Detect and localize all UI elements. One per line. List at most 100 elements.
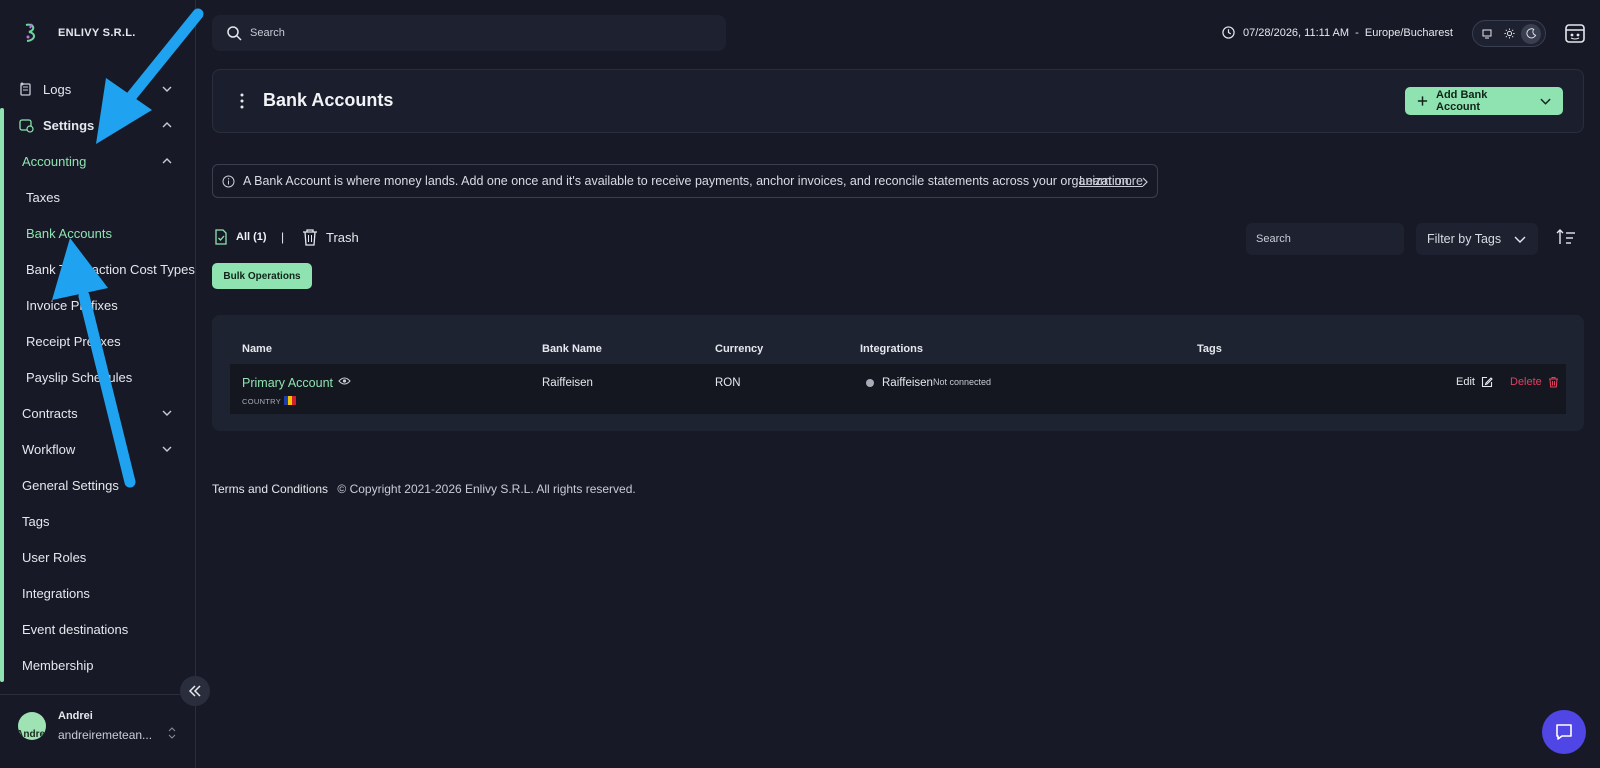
sidebar-item-label: Logs [43,81,72,97]
tab-trash[interactable]: Trash [302,228,359,246]
table-search-input[interactable]: Search [1246,223,1404,255]
edit-icon [1481,376,1493,388]
collapse-sidebar-button[interactable] [180,676,210,706]
column-header-name[interactable]: Name [242,343,272,355]
chevron-down-icon [1514,236,1526,243]
sidebar-item-membership[interactable]: Membership [0,650,195,680]
delete-button[interactable]: Delete [1510,376,1559,388]
sidebar-item-user-roles[interactable]: User Roles [0,542,195,572]
column-header-currency[interactable]: Currency [715,343,763,355]
sidebar-item-contracts[interactable]: Contracts [0,398,195,428]
sidebar-item-label: Membership [22,657,94,673]
filter-by-tags-label: Filter by Tags [1427,232,1502,246]
delete-icon [1548,376,1558,388]
sidebar-item-label: Bank Accounts [26,225,112,241]
sidebar-item-label: Invoice Prefixes [26,297,118,313]
trash-icon [303,229,317,246]
sidebar-item-accounting[interactable]: Accounting [0,146,195,176]
logs-icon [20,82,31,96]
sidebar-item-label: Tags [22,513,50,529]
sidebar-item-label: Contracts [22,405,78,421]
sidebar-item-payslip-schedules[interactable]: Payslip Schedules [0,362,195,392]
sidebar-item-label: Integrations [22,585,90,601]
file-check-icon [215,229,227,245]
copyright-text: © Copyright 2021-2026 Enlivy S.R.L. All … [337,482,636,496]
bulk-operations-button[interactable]: Bulk Operations [212,263,312,289]
currency-cell: RON [715,377,741,389]
sidebar-item-integrations[interactable]: Integrations [0,578,195,608]
theme-system-button[interactable] [1477,24,1497,44]
sidebar-item-label: Workflow [22,441,76,457]
sidebar-item-label: Event destinations [22,621,129,637]
chat-icon [1556,724,1572,740]
sidebar-item-event-destinations[interactable]: Event destinations [0,614,195,644]
tab-all-label: All (1) [236,231,267,243]
column-header-bank-name[interactable]: Bank Name [542,343,602,355]
user-menu[interactable]: Andrei Andrei andreiremetean... [18,710,152,742]
terms-link[interactable]: Terms and Conditions [212,482,328,496]
chevron-right-icon[interactable] [1141,177,1149,187]
avatar: Andrei [18,712,46,740]
plus-icon [1417,96,1428,106]
eye-icon[interactable] [338,376,351,386]
sidebar-item-label: Payslip Schedules [26,369,133,385]
global-search-input[interactable]: Search [250,27,285,39]
sidebar-item-receipt-prefixes[interactable]: Receipt Prefixes [0,326,195,356]
tab-all[interactable]: All (1) [214,229,267,245]
sidebar-item-label: User Roles [22,549,87,565]
brand[interactable]: ENLIVY S.R.L. [18,20,136,46]
page-title: Bank Accounts [263,90,394,110]
user-name: Andrei [58,710,93,722]
table-row[interactable]: Primary Account COUNTRY Raiffeisen RON R… [230,364,1566,414]
org-name: ENLIVY S.R.L. [58,27,136,39]
sidebar-item-invoice-prefixes[interactable]: Invoice Prefixes [0,290,195,320]
sidebar-item-label: Receipt Prefixes [26,333,121,349]
add-bank-account-button[interactable]: Add Bank Account [1405,87,1563,115]
page-header: Bank Accounts Add Bank Account [212,69,1584,133]
sidebar-item-workflow[interactable]: Workflow [0,434,195,464]
chevron-down-icon [162,410,172,416]
bank-accounts-table: Name Bank Name Currency Integrations Tag… [212,315,1584,431]
filter-by-tags-select[interactable]: Filter by Tags [1416,223,1538,255]
integration-status: Not connected [933,377,992,387]
sun-icon [1503,28,1515,39]
collapse-icon [188,685,201,697]
chevron-up-icon [162,122,172,128]
column-header-integrations[interactable]: Integrations [860,343,923,355]
chat-button[interactable] [1542,710,1586,754]
kebab-icon[interactable] [239,92,245,110]
sidebar-item-label: Taxes [26,189,60,205]
sidebar-item-general-settings[interactable]: General Settings [0,470,195,500]
sidebar-item-bank-accounts[interactable]: Bank Accounts [0,218,195,248]
sidebar-item-tags[interactable]: Tags [0,506,195,536]
info-icon [222,175,235,188]
bank-name-cell: Raiffeisen [542,377,593,389]
info-text: A Bank Account is where money lands. Add… [243,174,1133,188]
chevron-down-icon [162,86,172,92]
tab-separator: | [281,230,285,244]
global-search[interactable]: Search [212,15,726,51]
sidebar-item-taxes[interactable]: Taxes [0,182,195,212]
sidebar-item-bank-transaction-cost-types[interactable]: Bank Transaction Cost Types [0,254,195,284]
sidebar-item-label: Settings [43,117,95,133]
theme-switch[interactable] [1472,20,1546,47]
column-header-tags[interactable]: Tags [1197,343,1222,355]
sidebar-divider [0,694,195,695]
theme-dark-button[interactable] [1521,23,1541,44]
country-label: COUNTRY [242,397,282,406]
chevron-up-down-icon[interactable] [168,726,176,740]
monitor-icon [1482,29,1492,38]
sidebar-item-settings[interactable]: Settings [0,110,195,140]
chevron-down-icon [1540,98,1551,105]
calendar-icon[interactable] [1564,22,1586,44]
logo-icon [25,23,35,42]
moon-icon [1525,28,1536,39]
sidebar-item-logs[interactable]: Logs [0,74,195,104]
sort-icon[interactable] [1556,228,1576,246]
learn-more-link[interactable]: Learn more [1079,174,1143,188]
sidebar-item-label: Bank Transaction Cost Types [26,261,195,277]
edit-button[interactable]: Edit [1456,376,1493,388]
account-name-link[interactable]: Primary Account [242,376,333,390]
tab-trash-label: Trash [326,229,359,245]
theme-light-button[interactable] [1499,24,1519,44]
